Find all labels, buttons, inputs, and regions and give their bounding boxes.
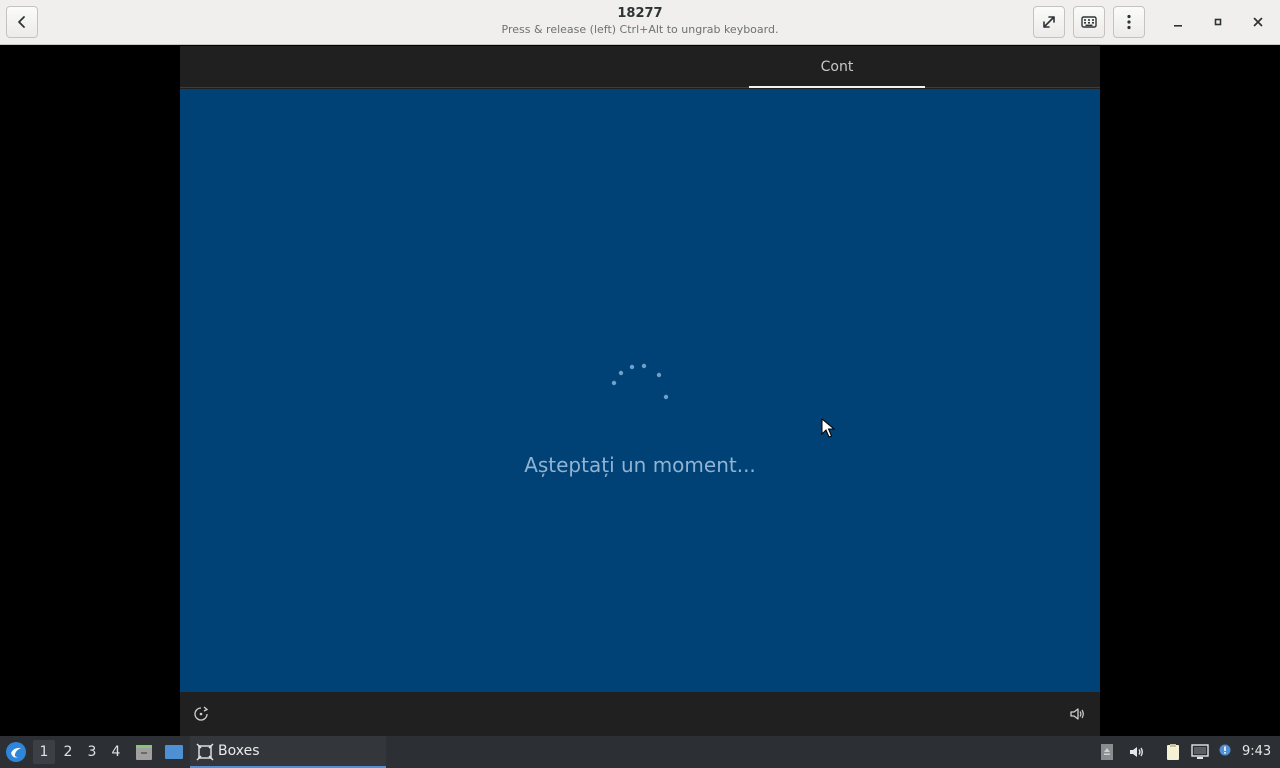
ease-of-access-icon[interactable]	[192, 705, 210, 723]
task-label: Boxes	[218, 743, 260, 759]
fullscreen-button[interactable]	[1033, 6, 1065, 38]
active-tab-underline	[749, 86, 925, 88]
workspace-1[interactable]: 1	[33, 740, 55, 764]
vm-top-bar: Cont	[180, 46, 1100, 88]
maximize-button[interactable]	[1208, 12, 1228, 32]
minimize-icon	[1174, 25, 1182, 27]
taskbar-task-boxes[interactable]: Boxes	[190, 736, 386, 768]
notification-icon	[1219, 744, 1231, 756]
workspace-2[interactable]: 2	[57, 740, 79, 764]
header-bar: 18277 Press & release (left) Ctrl+Alt to…	[0, 0, 1280, 45]
vm-display[interactable]: Cont Așteptați un moment...	[180, 46, 1100, 736]
workspace-4[interactable]: 4	[105, 740, 127, 764]
clipboard-tray[interactable]	[1163, 736, 1183, 768]
back-arrow-icon	[18, 16, 25, 28]
clock[interactable]: 9:43	[1242, 736, 1271, 768]
volume-tray[interactable]	[1126, 736, 1146, 768]
volume-icon[interactable]	[1068, 705, 1086, 723]
close-button[interactable]	[1248, 12, 1268, 32]
maximize-icon	[1214, 18, 1222, 26]
keyboard-button[interactable]	[1073, 6, 1105, 38]
setup-tab-account: Cont	[820, 59, 854, 75]
vm-bottom-bar	[180, 692, 1100, 736]
file-manager-icon	[136, 745, 152, 760]
vm-setup-screen: Așteptați un moment...	[180, 89, 1100, 692]
window-subtitle: Press & release (left) Ctrl+Alt to ungra…	[501, 23, 779, 36]
notification-tray[interactable]	[1216, 736, 1234, 768]
close-icon	[1253, 17, 1263, 27]
network-wired-icon	[1191, 744, 1209, 759]
clipboard-icon	[1167, 744, 1179, 760]
loading-spinner-icon	[611, 363, 669, 400]
boxes-app-icon	[196, 743, 214, 761]
mouse-cursor-icon	[821, 418, 835, 438]
back-button[interactable]	[6, 6, 38, 38]
keyboard-icon	[1081, 16, 1097, 28]
removable-drive-icon	[1101, 744, 1113, 760]
file-manager-launcher[interactable]	[132, 736, 156, 768]
top-bar-divider	[180, 87, 1100, 88]
minimize-button[interactable]	[1168, 12, 1188, 32]
removable-drive-tray[interactable]	[1098, 736, 1116, 768]
start-menu-button[interactable]	[2, 736, 30, 768]
please-wait-text: Așteptați un moment...	[524, 453, 756, 477]
show-desktop-button[interactable]	[162, 736, 186, 768]
distro-menu-icon	[6, 742, 26, 762]
volume-icon	[1130, 747, 1143, 757]
window-title: 18277	[617, 6, 663, 21]
menu-button[interactable]	[1113, 6, 1145, 38]
network-tray[interactable]	[1190, 736, 1210, 768]
workspace-3[interactable]: 3	[81, 740, 103, 764]
fullscreen-icon	[1043, 16, 1055, 28]
show-desktop-icon	[165, 745, 183, 759]
taskbar: 1 2 3 4 Boxes 9:43	[0, 736, 1280, 768]
kebab-menu-icon	[1127, 14, 1131, 30]
